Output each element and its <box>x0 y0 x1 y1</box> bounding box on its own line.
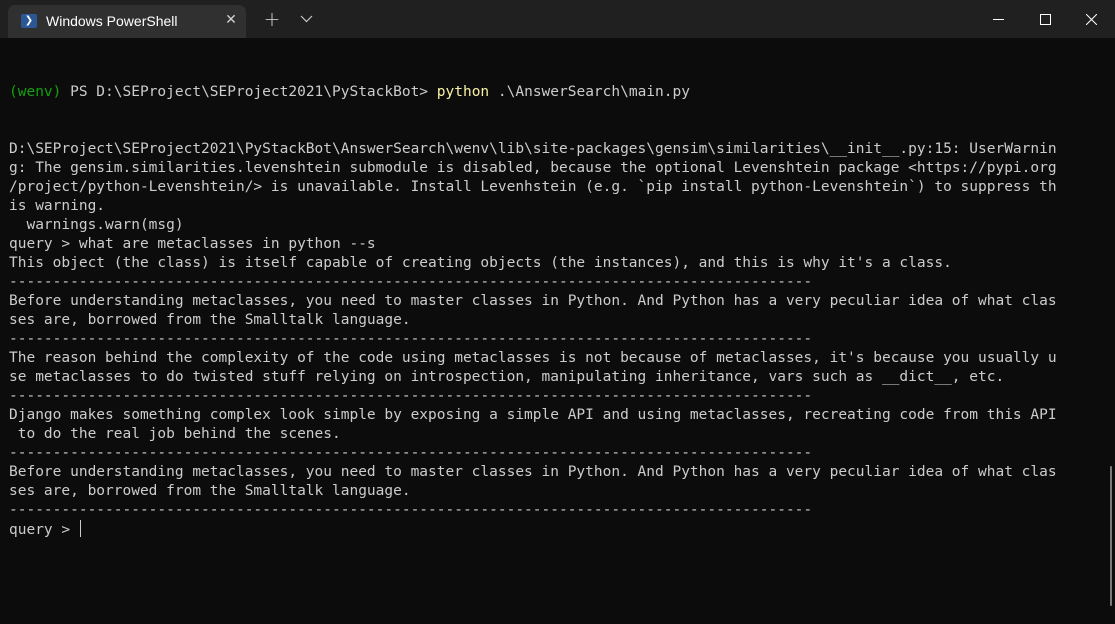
output-line: to do the real job behind the scenes. <box>9 426 341 442</box>
terminal-area[interactable]: (wenv) PS D:\SEProject\SEProject2021\PyS… <box>0 38 1108 624</box>
output-line: g: The gensim.similarities.levenshtein s… <box>9 160 1057 176</box>
scrollbar[interactable] <box>1108 38 1115 624</box>
maximize-icon <box>1040 14 1051 25</box>
output-line: Before understanding metaclasses, you ne… <box>9 293 1057 309</box>
separator-line: ----------------------------------------… <box>9 388 813 404</box>
minimize-icon <box>993 19 1004 20</box>
new-tab-button[interactable]: + <box>258 6 286 32</box>
scrollbar-thumb[interactable] <box>1110 466 1112 606</box>
powershell-icon: ❯ <box>21 14 37 28</box>
output-line: Django makes something complex look simp… <box>9 407 1057 423</box>
command-prompt-line: (wenv) PS D:\SEProject\SEProject2021\PyS… <box>9 83 1104 102</box>
output-line: The reason behind the complexity of the … <box>9 350 1057 366</box>
output-line: /project/python-Levenshtein/> is unavail… <box>9 179 1057 195</box>
tab-dropdown-button[interactable] <box>294 6 320 32</box>
venv-indicator: (wenv) <box>9 84 62 100</box>
maximize-button[interactable] <box>1022 0 1068 38</box>
title-bar: ❯ Windows PowerShell ✕ + <box>0 0 1115 38</box>
output-line: query > what are metaclasses in python -… <box>9 236 376 252</box>
output-line: D:\SEProject\SEProject2021\PyStackBot\An… <box>9 141 1057 157</box>
output-line: Before understanding metaclasses, you ne… <box>9 464 1057 480</box>
separator-line: ----------------------------------------… <box>9 331 813 347</box>
output-line: This object (the class) is itself capabl… <box>9 255 952 271</box>
close-tab-icon[interactable]: ✕ <box>222 11 240 29</box>
query-prompt: query > <box>9 522 79 538</box>
output-line: se metaclasses to do twisted stuff relyi… <box>9 369 1005 385</box>
output-line: ses are, borrowed from the Smalltalk lan… <box>9 483 411 499</box>
terminal-output: (wenv) PS D:\SEProject\SEProject2021\PyS… <box>9 45 1104 539</box>
prompt-path: PS D:\SEProject\SEProject2021\PyStackBot… <box>61 84 437 100</box>
close-window-button[interactable] <box>1068 0 1114 38</box>
separator-line: ----------------------------------------… <box>9 502 813 518</box>
tab-title: Windows PowerShell <box>46 13 178 29</box>
minimize-button[interactable] <box>975 0 1021 38</box>
output-line: is warning. <box>9 198 106 214</box>
close-icon <box>1086 14 1097 25</box>
chevron-down-icon <box>300 15 313 23</box>
tab-windows-powershell[interactable]: ❯ Windows PowerShell ✕ <box>8 5 246 38</box>
current-query-line[interactable]: query > <box>9 520 1104 539</box>
output-line: ses are, borrowed from the Smalltalk lan… <box>9 312 411 328</box>
output-line: warnings.warn(msg) <box>9 217 184 233</box>
separator-line: ----------------------------------------… <box>9 274 813 290</box>
separator-line: ----------------------------------------… <box>9 445 813 461</box>
command-args: .\AnswerSearch\main.py <box>489 84 690 100</box>
text-cursor <box>79 520 81 537</box>
command-name: python <box>436 84 490 100</box>
